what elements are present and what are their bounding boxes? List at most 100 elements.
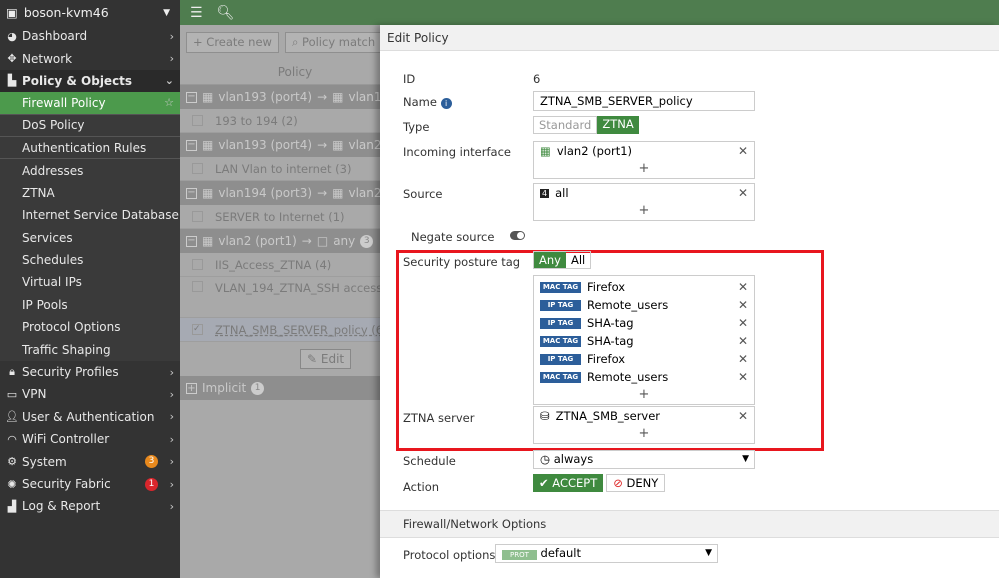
sidebar-item-dashboard[interactable]: ◕ Dashboard ›	[0, 25, 180, 47]
sidebar-item-schedules[interactable]: Schedules	[0, 248, 180, 272]
sidebar-item-ip-pools[interactable]: IP Pools	[0, 293, 180, 317]
posture-any[interactable]: Any	[534, 252, 566, 268]
remove-icon[interactable]: ✕	[738, 144, 748, 158]
chart-icon: ▟	[7, 499, 17, 513]
type-standard[interactable]: Standard	[533, 116, 598, 134]
section-header: Firewall/Network Options	[380, 510, 999, 538]
accept-button[interactable]: ✔ ACCEPT	[533, 474, 604, 492]
sidebar-item-dos-policy[interactable]: DoS Policy	[0, 114, 180, 137]
implicit-group[interactable]: + Implicit 1	[180, 376, 380, 400]
protocol-options-select[interactable]: PROT default ▼	[495, 544, 718, 563]
schedule-select[interactable]: ◷ always ▼	[533, 450, 755, 469]
add-icon[interactable]: +	[534, 386, 754, 404]
remove-icon[interactable]: ✕	[738, 352, 748, 366]
row-checkbox[interactable]	[192, 211, 203, 222]
lock-icon: 🔒︎	[9, 365, 15, 379]
add-icon[interactable]: +	[534, 202, 754, 220]
policy-group[interactable]: −▦vlan194 (port3)→▦vlan2 (port1)	[180, 181, 380, 205]
sidebar-item-policy-objects[interactable]: ▙ Policy & Objects ⌄	[0, 69, 180, 93]
row-checkbox[interactable]	[192, 281, 203, 292]
interface-icon: ▦	[332, 90, 344, 104]
posture-tag: IP TAG Remote_users ✕	[534, 296, 754, 314]
posture-tags-field[interactable]: MAC TAG Firefox ✕ IP TAG Remote_users ✕ IP TAG…	[533, 275, 755, 405]
sidebar-item-system[interactable]: ⚙ System 3 ›	[0, 450, 180, 472]
table-row[interactable]: SERVER to Internet (1)	[180, 205, 380, 229]
policy-id: 6	[533, 72, 541, 86]
server-icon: ⛁	[540, 409, 550, 423]
deny-button[interactable]: ⊘ DENY	[606, 474, 666, 492]
type-ztna[interactable]: ZTNA	[597, 116, 639, 134]
interface-icon: ▦	[202, 186, 214, 200]
remove-icon[interactable]: ✕	[738, 409, 748, 423]
source-field[interactable]: 4 all ✕ +	[533, 183, 755, 221]
remove-icon[interactable]: ✕	[738, 298, 748, 312]
table-row[interactable]: ✓ ZTNA_SMB_SERVER_policy (6)	[180, 318, 380, 342]
posture-tag: MAC TAG SHA-tag ✕	[534, 332, 754, 350]
sidebar-item-protocol-options[interactable]: Protocol Options	[0, 316, 180, 339]
column-header-policy[interactable]: Policy	[180, 60, 380, 85]
info-icon[interactable]: i	[440, 98, 452, 109]
edit-button[interactable]: ✎ Edit	[300, 349, 352, 369]
network-icon: ✥	[7, 52, 17, 66]
interface-icon: ▦	[202, 90, 214, 104]
sidebar-item-security-profiles[interactable]: 🔒︎ Security Profiles ›	[0, 361, 180, 383]
interface-icon: ▦	[540, 144, 551, 158]
chevron-down-icon: ▼	[163, 7, 170, 18]
sidebar-item-user-authentication[interactable]: 👤︎ User & Authentication ›	[0, 406, 180, 428]
interface-icon: ▦	[202, 234, 214, 248]
incoming-interface-field[interactable]: ▦ vlan2 (port1) ✕ +	[533, 141, 755, 179]
sidebar-item-virtual-ips[interactable]: Virtual IPs	[0, 271, 180, 294]
remove-icon[interactable]: ✕	[738, 280, 748, 294]
remove-icon[interactable]: ✕	[738, 370, 748, 384]
sidebar-item-addresses[interactable]: Addresses	[0, 159, 180, 182]
interface-icon: ▦	[202, 138, 214, 152]
table-row[interactable]: VLAN_194_ZTNA_SSH access (5)	[180, 277, 380, 318]
policy-group[interactable]: −▦vlan193 (port4)→▦vlan2 (port1)	[180, 133, 380, 157]
name-input[interactable]: ZTNA_SMB_SERVER_policy	[533, 91, 755, 111]
add-icon[interactable]: +	[534, 425, 754, 443]
remove-icon[interactable]: ✕	[738, 316, 748, 330]
policy-group[interactable]: −▦vlan193 (port4)→▦vlan194 (port3)	[180, 85, 380, 109]
count-badge: 1	[145, 477, 158, 491]
table-row[interactable]: LAN Vlan to internet (3)	[180, 157, 380, 181]
table-row[interactable]: 193 to 194 (2)	[180, 109, 380, 133]
policy-match-button[interactable]: ⌕ Policy match	[284, 32, 380, 53]
posture-tag: IP TAG Firefox ✕	[534, 350, 754, 368]
create-new-button[interactable]: + Create new	[186, 32, 279, 53]
remove-icon[interactable]: ✕	[738, 334, 748, 348]
row-checkbox[interactable]	[192, 115, 203, 126]
chevron-down-icon: ▼	[705, 548, 712, 558]
star-icon[interactable]: ☆	[164, 96, 174, 109]
row-checkbox[interactable]	[192, 163, 203, 174]
table-row[interactable]: IIS_Access_ZTNA (4)	[180, 253, 380, 277]
fabric-icon: ✺	[7, 477, 17, 491]
chevron-right-icon: ›	[169, 387, 174, 401]
add-icon[interactable]: +	[534, 160, 754, 178]
sidebar-item-traffic-shaping[interactable]: Traffic Shaping	[0, 338, 180, 361]
negate-source-toggle[interactable]	[510, 231, 525, 240]
sidebar-item-log-report[interactable]: ▟ Log & Report ›	[0, 495, 180, 517]
device-selector[interactable]: ▣ boson-kvm46 ▼	[0, 0, 180, 25]
panel-title: Edit Policy	[380, 25, 999, 51]
ztna-server-field[interactable]: ⛁ ZTNA_SMB_server ✕ +	[533, 406, 755, 444]
row-checkbox[interactable]	[192, 259, 203, 270]
menu-icon[interactable]: ☰	[190, 5, 203, 21]
sidebar-item-internet-service-database[interactable]: Internet Service Database	[0, 204, 180, 227]
row-checkbox[interactable]: ✓	[192, 324, 203, 335]
posture-all[interactable]: All	[566, 252, 590, 268]
sidebar-item-authentication-rules[interactable]: Authentication Rules	[0, 136, 180, 160]
sidebar-item-ztna[interactable]: ZTNA	[0, 181, 180, 205]
interface-icon: ▦	[332, 138, 344, 152]
sidebar-item-wifi-controller[interactable]: ◠ WiFi Controller ›	[0, 428, 180, 450]
policy-group[interactable]: − ▦ vlan2 (port1) → □ any 3	[180, 229, 380, 253]
remove-icon[interactable]: ✕	[738, 186, 748, 200]
chevron-down-icon: ⌄	[164, 74, 174, 88]
sidebar-item-vpn[interactable]: ▭ VPN ›	[0, 383, 180, 405]
sidebar-item-security-fabric[interactable]: ✺ Security Fabric 1 ›	[0, 473, 180, 495]
search-icon[interactable]: 🔍︎	[217, 5, 235, 21]
sidebar-item-network[interactable]: ✥ Network ›	[0, 47, 180, 69]
chevron-down-icon: ▼	[742, 454, 749, 464]
sidebar-item-firewall-policy[interactable]: Firewall Policy ☆	[0, 92, 180, 115]
sidebar-item-services[interactable]: Services	[0, 226, 180, 249]
posture-tag: MAC TAG Remote_users ✕	[534, 368, 754, 386]
